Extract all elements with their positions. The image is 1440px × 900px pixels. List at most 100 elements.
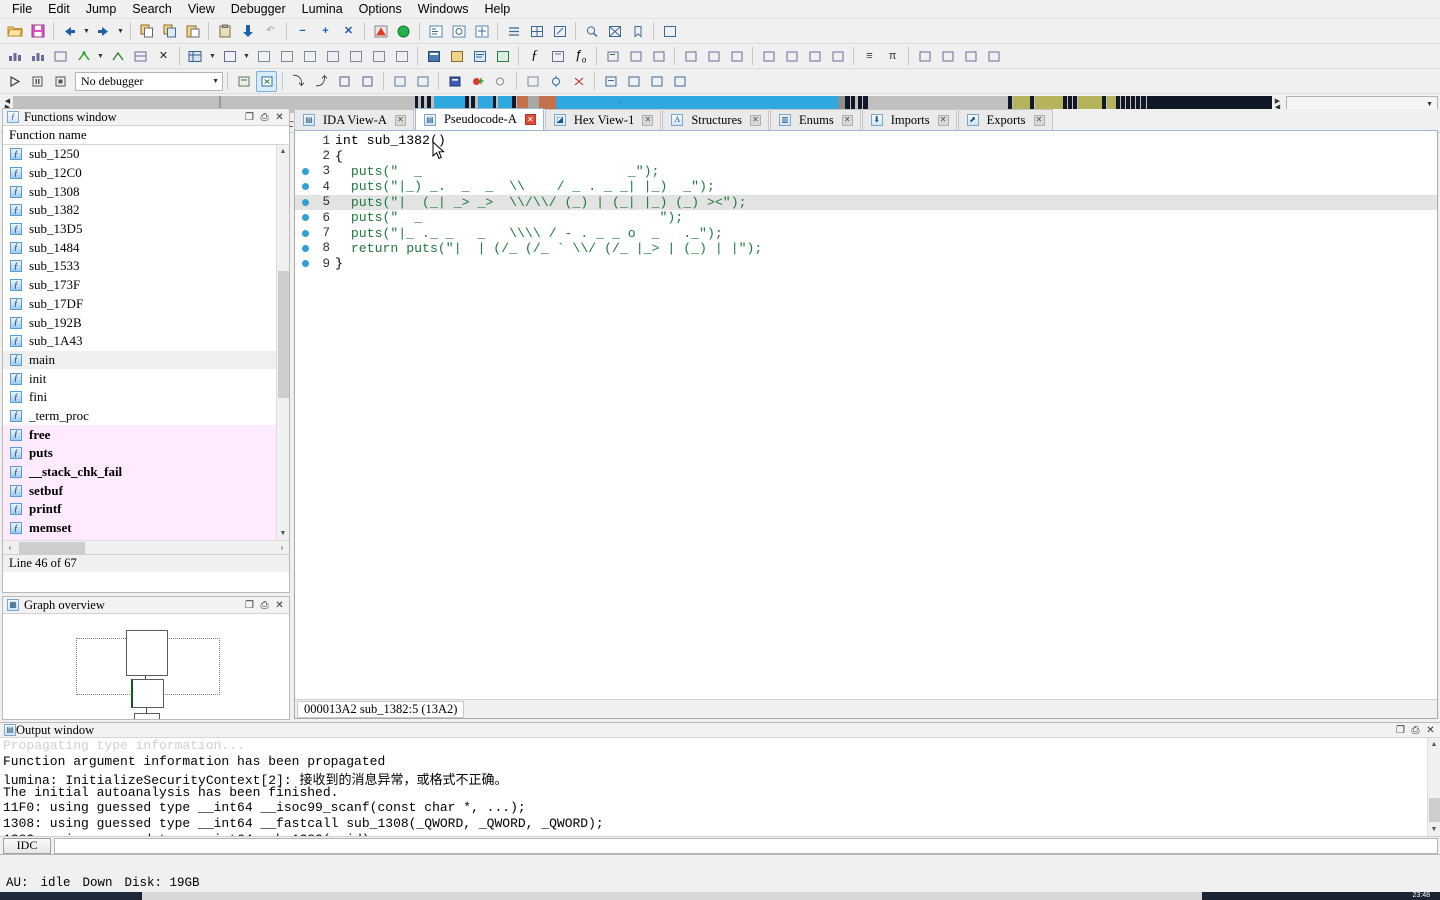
code-line[interactable]: 1 int sub_1382() — [295, 133, 1437, 148]
list-item[interactable]: ƒread — [3, 537, 289, 540]
functions-horizontal-scrollbar[interactable]: ‹ › — [3, 540, 289, 554]
code-line[interactable]: 7 puts("|_ ._ _ _ \\\\ / - . _ _ o _ ._"… — [295, 225, 1437, 241]
crosshair-icon[interactable] — [604, 21, 625, 42]
forward-arrow-icon[interactable] — [93, 21, 114, 42]
tab-pseudocode-a[interactable]: ▤ Pseudocode-A ✕ — [414, 108, 544, 130]
maximize-button[interactable]: ❐ — [1393, 723, 1408, 737]
run-icon[interactable] — [393, 21, 414, 42]
segments-icon[interactable] — [423, 46, 444, 67]
tab-exports[interactable]: ⬈ Exports ✕ — [957, 109, 1053, 130]
comment-icon[interactable] — [781, 46, 802, 67]
list-item[interactable]: ƒ init — [3, 369, 289, 388]
list-item[interactable]: ƒ sub_173F — [3, 276, 289, 295]
stop-process-icon[interactable] — [50, 71, 71, 92]
breakpoint-dot-icon[interactable] — [301, 214, 309, 222]
maximize-button[interactable]: ❐ — [242, 110, 257, 124]
italic-f-icon[interactable]: ƒ — [524, 46, 545, 67]
close-button[interactable]: ✕ — [272, 598, 287, 612]
undefine-icon[interactable] — [276, 46, 297, 67]
code-line[interactable]: 9 } — [295, 256, 1437, 271]
graph-node-current[interactable] — [131, 679, 164, 708]
float-button[interactable]: ⎙ — [257, 598, 272, 612]
minus-icon[interactable]: − — [292, 21, 313, 42]
down-arrow-icon[interactable] — [237, 21, 258, 42]
warning-icon[interactable] — [370, 21, 391, 42]
apply-patch-icon[interactable] — [623, 71, 644, 92]
scroll-up-icon[interactable]: ▲ — [277, 145, 289, 158]
structure-dropdown-icon[interactable]: ▼ — [207, 46, 218, 67]
export-icon[interactable] — [549, 21, 570, 42]
hex-icon[interactable] — [937, 46, 958, 67]
switch-debugger-icon[interactable] — [256, 70, 277, 92]
paste-icon[interactable] — [182, 21, 203, 42]
breakpoint-dot-icon[interactable] — [301, 244, 309, 252]
patched-bytes-icon[interactable] — [669, 71, 690, 92]
functions-column-header[interactable]: Function name — [3, 126, 289, 145]
breakpoint-gutter[interactable] — [295, 244, 315, 252]
edit-func-icon[interactable] — [625, 46, 646, 67]
menu-item-help[interactable]: Help — [476, 0, 518, 19]
menu-item-view[interactable]: View — [180, 0, 223, 19]
close-button[interactable]: ✕ — [1423, 723, 1438, 737]
copy-icon[interactable] — [136, 21, 157, 42]
menu-item-edit[interactable]: Edit — [40, 0, 78, 19]
close-icon[interactable]: ✕ — [841, 114, 853, 126]
maximize-button[interactable]: ❐ — [242, 598, 257, 612]
step-out-icon[interactable] — [357, 71, 378, 92]
breakpoint-gutter[interactable] — [295, 229, 315, 237]
list-item[interactable]: ƒ memset — [3, 518, 289, 538]
close-icon[interactable]: ✕ — [524, 114, 536, 125]
graph-overview-canvas[interactable] — [3, 614, 289, 719]
taskbar-window-area[interactable] — [142, 892, 1202, 900]
change-sp-icon[interactable] — [726, 46, 747, 67]
scroll-down-icon[interactable]: ▼ — [277, 527, 289, 540]
pseudocode-text[interactable]: 1 int sub_1382() 2 { 3 puts(" _ _"); 4 p… — [295, 131, 1437, 699]
functions-list[interactable]: ƒ sub_1250 ƒ sub_12C0 ƒ sub_1308 ƒ sub_1382 … — [3, 145, 289, 540]
list-item[interactable]: ƒ _term_proc — [3, 407, 289, 426]
make-array-icon[interactable] — [345, 46, 366, 67]
plus-icon[interactable]: + — [315, 21, 336, 42]
make-struct-icon[interactable] — [368, 46, 389, 67]
back-dropdown-icon[interactable]: ▼ — [81, 21, 92, 42]
trace-options-icon[interactable] — [545, 71, 566, 92]
step-into-icon[interactable]: ⤵ — [288, 71, 309, 92]
graph-view-icon[interactable] — [448, 21, 469, 42]
proximity-icon[interactable] — [471, 21, 492, 42]
functions-list-icon[interactable] — [492, 46, 513, 67]
close-icon[interactable]: ✕ — [937, 114, 949, 126]
step-over-icon[interactable]: ⤴ — [311, 71, 332, 92]
list-item[interactable]: ƒ sub_1484 — [3, 238, 289, 257]
output-vertical-scrollbar[interactable]: ▲ ▼ — [1427, 738, 1440, 836]
graph-node[interactable] — [134, 713, 160, 719]
chart-icon[interactable] — [50, 46, 71, 67]
clipboard-icon[interactable] — [214, 21, 235, 42]
code-line[interactable]: 8 return puts("| | (/_ (/_ ` \\/ (/_ |_>… — [295, 241, 1437, 256]
debugger-select[interactable]: No debugger ▼ — [75, 71, 223, 91]
clear-trace-icon[interactable] — [568, 71, 589, 92]
menu-item-jump[interactable]: Jump — [78, 0, 125, 19]
open-file-icon[interactable] — [4, 21, 25, 42]
breakpoint-gutter[interactable] — [295, 183, 315, 191]
list-item[interactable]: ƒ sub_192B — [3, 313, 289, 332]
scroll-up-icon[interactable]: ▲ — [1428, 738, 1440, 751]
list-item[interactable]: ƒ sub_13D5 — [3, 220, 289, 239]
menu-item-windows[interactable]: Windows — [410, 0, 477, 19]
names-icon[interactable] — [469, 46, 490, 67]
scrollbar-thumb[interactable] — [278, 271, 289, 398]
list-item[interactable]: ƒ setbuf — [3, 481, 289, 501]
list-item[interactable]: ƒ puts — [3, 444, 289, 463]
close-icon[interactable]: ✕ — [1033, 114, 1045, 126]
scrollbar-thumb[interactable] — [1429, 798, 1440, 822]
menu-item-file[interactable]: File — [4, 0, 40, 19]
close-graph-icon[interactable]: ✕ — [153, 46, 174, 67]
breakpoint-gutter[interactable] — [295, 167, 315, 175]
breakpoint-gutter[interactable] — [295, 198, 315, 206]
more-tools-icon[interactable] — [659, 21, 680, 42]
list-item[interactable]: ƒ sub_17DF — [3, 295, 289, 314]
tab-structures[interactable]: A Structures ✕ — [662, 109, 770, 130]
close-icon[interactable]: ✕ — [642, 114, 654, 126]
func-window-icon[interactable] — [547, 46, 568, 67]
rename-icon[interactable] — [758, 46, 779, 67]
copy-alt-icon[interactable] — [159, 21, 180, 42]
make-code-icon[interactable] — [299, 46, 320, 67]
